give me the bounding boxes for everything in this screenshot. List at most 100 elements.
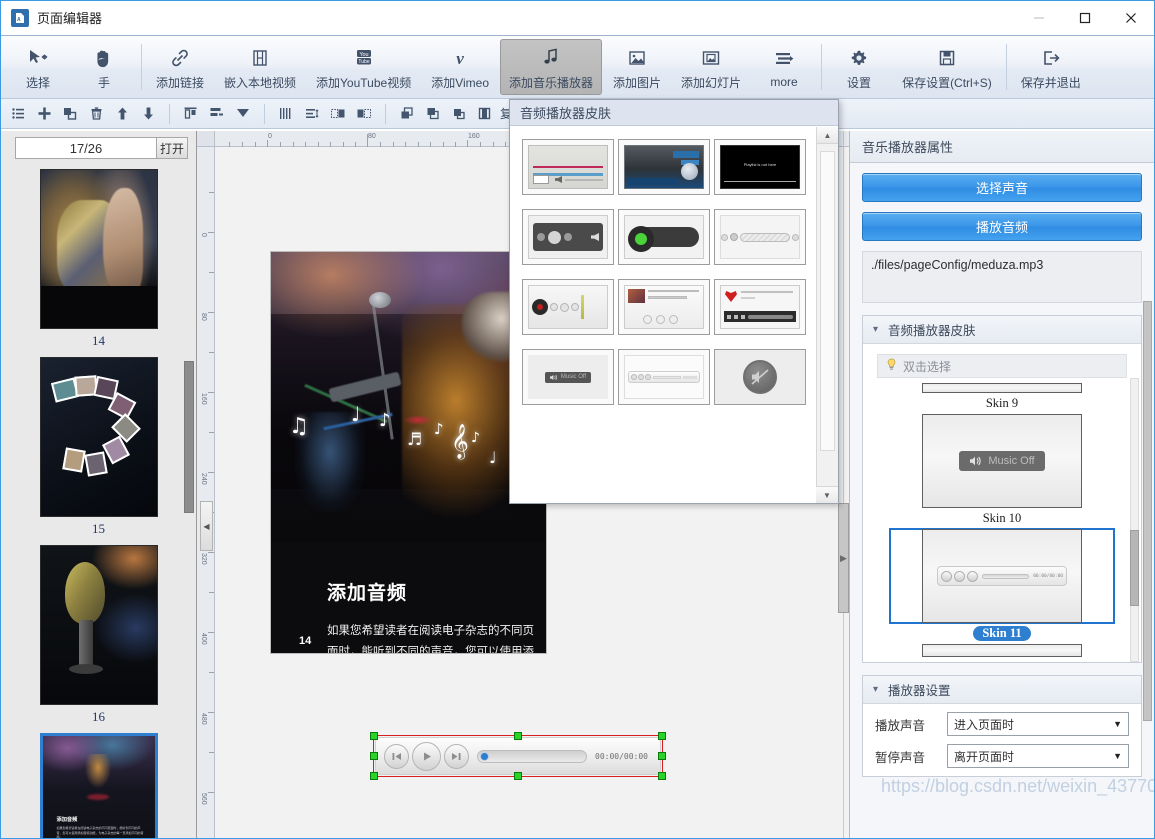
tool-more[interactable]: more bbox=[752, 39, 816, 95]
list-item[interactable]: Skin 9 bbox=[877, 382, 1127, 411]
properties-scrollbar-thumb[interactable] bbox=[1143, 301, 1152, 721]
distribute-h-icon[interactable] bbox=[273, 102, 299, 126]
tool-save-settings[interactable]: 保存设置(Ctrl+S) bbox=[893, 39, 1001, 95]
tool-settings[interactable]: 设置 bbox=[827, 39, 891, 95]
size-match-w-icon[interactable] bbox=[325, 102, 351, 126]
open-button[interactable]: 打开 bbox=[156, 137, 188, 159]
send-back-icon[interactable] bbox=[446, 102, 472, 126]
thumbnail-image: 添加音频 如果您希望读者在阅读电子杂志的不同页面时，能听到不同的声音，您可以使用… bbox=[39, 733, 158, 838]
minimize-button[interactable] bbox=[1016, 1, 1062, 35]
list-item[interactable]: Playlist is not here bbox=[714, 139, 806, 195]
size-match-h-icon[interactable] bbox=[351, 102, 377, 126]
list-item[interactable] bbox=[618, 209, 710, 265]
list-item[interactable]: 00:00/00:00 Skin 11 bbox=[877, 528, 1127, 641]
add-icon[interactable] bbox=[31, 102, 57, 126]
resize-handle-se[interactable] bbox=[658, 772, 666, 780]
row2-separator-2 bbox=[264, 103, 265, 124]
skin-popup-grid[interactable]: Playlist is not here Music Off bbox=[510, 127, 816, 503]
tool-hand[interactable]: 手 bbox=[72, 39, 136, 95]
skin-list-scrollbar[interactable] bbox=[1130, 378, 1139, 662]
thumbnail-list[interactable]: 14 15 16 添加音频 如果您希望读者在阅读电子杂志的不同页面时，能听到不同… bbox=[1, 167, 196, 838]
player-settings-header[interactable]: ▾ 播放器设置 bbox=[863, 676, 1141, 704]
audio-progress-slider[interactable] bbox=[477, 749, 588, 763]
vertical-ruler-handle[interactable]: ◀ bbox=[200, 501, 213, 551]
pause-sound-select[interactable]: 离开页面时 ▼ bbox=[947, 744, 1129, 768]
copy-page-icon[interactable] bbox=[57, 102, 83, 126]
next-track-icon[interactable] bbox=[444, 743, 469, 769]
list-item[interactable] bbox=[522, 139, 614, 195]
resize-handle-s[interactable] bbox=[514, 772, 522, 780]
page-canvas[interactable]: ♫ ♩ ♪ ♬ ♪ 𝄞 ♪ ♩ 添加音频 如果您希望读者在阅读电子杂志的不同页面… bbox=[270, 251, 547, 654]
resize-handle-n[interactable] bbox=[514, 732, 522, 740]
list-item[interactable]: 添加音频 如果您希望读者在阅读电子杂志的不同页面时，能听到不同的声音，您可以使用… bbox=[1, 733, 196, 838]
move-up-icon[interactable] bbox=[109, 102, 135, 126]
align-bottom-icon[interactable] bbox=[230, 102, 256, 126]
list-icon[interactable] bbox=[5, 102, 31, 126]
list-item[interactable] bbox=[522, 279, 614, 335]
move-down-icon[interactable] bbox=[135, 102, 161, 126]
canvas-splitter-handle[interactable]: ▶ bbox=[838, 503, 849, 613]
scroll-up-button[interactable]: ▲ bbox=[817, 127, 838, 144]
main-toolbar: 选择 手 添加链接 嵌入本地视频 You Tube 添加YouTube视频 v … bbox=[1, 35, 1154, 99]
resize-handle-w[interactable] bbox=[370, 752, 378, 760]
tool-select[interactable]: 选择 bbox=[6, 39, 70, 95]
list-item[interactable] bbox=[618, 279, 710, 335]
trash-icon[interactable] bbox=[83, 102, 109, 126]
list-item[interactable]: 16 bbox=[1, 545, 196, 725]
skin-scroll-list[interactable]: Skin 9 Music Off Skin 10 00:00/00:00 Ski… bbox=[863, 378, 1141, 662]
skin-popup-scrollbar[interactable]: ▲ ▼ bbox=[816, 127, 838, 503]
skin-popup[interactable]: 音频播放器皮肤 Playlist is not here Music Off ▲… bbox=[509, 99, 839, 504]
list-item[interactable] bbox=[714, 349, 806, 405]
list-item[interactable]: Music Off Skin 10 bbox=[877, 413, 1127, 526]
canvas-right-divider bbox=[843, 131, 844, 838]
ruler-tick: 560 bbox=[200, 793, 207, 805]
audio-player-selection[interactable]: 00:00/00:00 bbox=[370, 732, 666, 780]
bring-forward-icon[interactable] bbox=[420, 102, 446, 126]
tool-add-image[interactable]: 添加图片 bbox=[604, 39, 670, 95]
skin-list-scrollbar-thumb[interactable] bbox=[1130, 530, 1139, 606]
distribute-v-icon[interactable] bbox=[299, 102, 325, 126]
tool-save-and-exit[interactable]: 保存并退出 bbox=[1012, 39, 1090, 95]
tool-add-link[interactable]: 添加链接 bbox=[147, 39, 213, 95]
scrollbar-thumb[interactable] bbox=[820, 151, 835, 451]
play-icon[interactable] bbox=[412, 741, 441, 771]
cursor-move-icon bbox=[27, 45, 49, 71]
align-top-icon[interactable] bbox=[178, 102, 204, 126]
list-item[interactable] bbox=[877, 643, 1127, 657]
select-sound-button[interactable]: 选择声音 bbox=[862, 173, 1142, 202]
page-indicator[interactable]: 17/26 bbox=[15, 137, 156, 159]
maximize-button[interactable] bbox=[1062, 1, 1108, 35]
list-item[interactable]: 15 bbox=[1, 357, 196, 537]
progress-knob[interactable] bbox=[480, 751, 489, 761]
prev-track-icon[interactable] bbox=[384, 743, 409, 769]
close-button[interactable] bbox=[1108, 1, 1154, 35]
row2-separator-1 bbox=[169, 103, 170, 124]
list-item[interactable]: 14 bbox=[1, 169, 196, 349]
resize-handle-sw[interactable] bbox=[370, 772, 378, 780]
list-item[interactable] bbox=[714, 209, 806, 265]
list-item[interactable] bbox=[618, 139, 710, 195]
list-item[interactable] bbox=[714, 279, 806, 335]
tool-embed-local-video[interactable]: 嵌入本地视频 bbox=[215, 39, 305, 95]
svg-text:Tube: Tube bbox=[358, 59, 369, 65]
resize-handle-ne[interactable] bbox=[658, 732, 666, 740]
tool-add-music-player[interactable]: 添加音乐播放器 bbox=[500, 39, 603, 95]
skin-section-header[interactable]: ▾ 音频播放器皮肤 bbox=[863, 316, 1141, 344]
list-item[interactable] bbox=[522, 209, 614, 265]
scroll-down-button[interactable]: ▼ bbox=[816, 486, 838, 503]
list-item[interactable] bbox=[618, 349, 710, 405]
list-item[interactable]: Music Off bbox=[522, 349, 614, 405]
tool-add-youtube[interactable]: You Tube 添加YouTube视频 bbox=[307, 39, 420, 95]
resize-handle-e[interactable] bbox=[658, 752, 666, 760]
duplicate-icon[interactable] bbox=[472, 102, 498, 126]
pages-scrollbar-thumb[interactable] bbox=[184, 361, 194, 513]
skin-preview: Music Off bbox=[889, 413, 1115, 509]
resize-handle-nw[interactable] bbox=[370, 732, 378, 740]
align-middle-icon[interactable] bbox=[204, 102, 230, 126]
tool-add-vimeo[interactable]: v 添加Vimeo bbox=[422, 39, 498, 95]
play-audio-button[interactable]: 播放音频 bbox=[862, 212, 1142, 241]
tool-add-slideshow[interactable]: 添加幻灯片 bbox=[672, 39, 750, 95]
audio-player-widget[interactable]: 00:00/00:00 bbox=[375, 737, 661, 775]
bring-front-icon[interactable] bbox=[394, 102, 420, 126]
play-sound-select[interactable]: 进入页面时 ▼ bbox=[947, 712, 1129, 736]
